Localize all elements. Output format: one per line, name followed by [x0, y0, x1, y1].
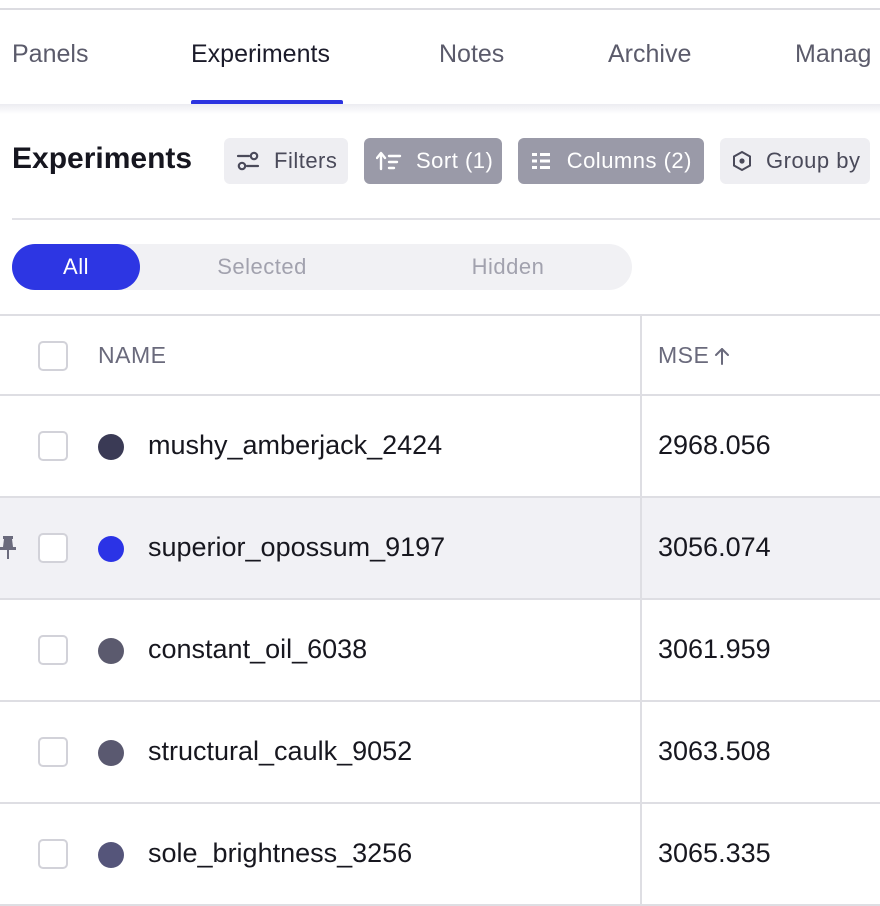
row-checkbox[interactable] — [38, 635, 68, 665]
tab-panels[interactable]: Panels — [12, 40, 88, 69]
sort-icon — [376, 148, 402, 174]
run-color-dot[interactable] — [98, 842, 124, 868]
toolbar-divider — [12, 218, 880, 220]
run-mse-value: 3056.074 — [658, 532, 771, 562]
columns-button[interactable]: Columns (2) — [518, 138, 704, 184]
row-checkbox[interactable] — [38, 839, 68, 869]
experiments-table: NAME MSE mushy_amberjack_2424 2968.056 s… — [0, 314, 880, 906]
tab-notes[interactable]: Notes — [439, 40, 504, 69]
experiments-page: Panels Experiments Notes Archive Manag E… — [0, 0, 880, 906]
run-color-dot[interactable] — [98, 740, 124, 766]
column-divider — [640, 498, 642, 598]
tab-archive[interactable]: Archive — [608, 40, 691, 69]
hexagon-icon — [732, 148, 752, 174]
pin-icon[interactable] — [0, 534, 20, 560]
column-header-mse[interactable]: MSE — [658, 342, 731, 369]
sort-button[interactable]: Sort (1) — [364, 138, 502, 184]
tab-experiments[interactable]: Experiments — [191, 40, 330, 69]
column-divider — [640, 396, 642, 496]
table-row[interactable]: sole_brightness_3256 3065.335 — [0, 802, 880, 906]
table-row[interactable]: structural_caulk_9052 3063.508 — [0, 700, 880, 802]
columns-icon — [530, 148, 553, 174]
row-checkbox[interactable] — [38, 431, 68, 461]
sort-ascending-icon — [713, 346, 731, 366]
run-name[interactable]: superior_opossum_9197 — [148, 532, 445, 563]
group-by-label: Group by — [766, 148, 861, 173]
row-checkbox[interactable] — [38, 737, 68, 767]
filters-button[interactable]: Filters — [224, 138, 348, 184]
column-divider — [640, 804, 642, 904]
columns-label: Columns (2) — [566, 148, 692, 173]
row-checkbox[interactable] — [38, 533, 68, 563]
filters-label: Filters — [274, 148, 338, 173]
tab-bar: Panels Experiments Notes Archive Manag — [0, 10, 880, 106]
page-title: Experiments — [12, 142, 193, 175]
run-color-dot[interactable] — [98, 638, 124, 664]
filter-selected[interactable]: Selected — [167, 244, 357, 290]
run-mse-value: 3061.959 — [658, 634, 771, 664]
sliders-icon — [236, 148, 260, 174]
sort-label: Sort (1) — [416, 148, 494, 173]
tab-manage[interactable]: Manag — [795, 40, 871, 69]
select-all-checkbox[interactable] — [38, 341, 68, 371]
visibility-filter: All Selected Hidden — [12, 244, 632, 290]
run-name[interactable]: structural_caulk_9052 — [148, 736, 412, 767]
run-mse-value: 3063.508 — [658, 736, 771, 766]
group-by-button[interactable]: Group by — [720, 138, 870, 184]
column-header-name[interactable]: NAME — [98, 342, 166, 369]
column-divider — [640, 316, 642, 394]
run-color-dot[interactable] — [98, 434, 124, 460]
run-name[interactable]: mushy_amberjack_2424 — [148, 430, 442, 461]
run-mse-value: 3065.335 — [658, 838, 771, 868]
run-name[interactable]: constant_oil_6038 — [148, 634, 367, 665]
table-row[interactable]: superior_opossum_9197 3056.074 — [0, 496, 880, 598]
column-header-mse-label: MSE — [658, 342, 710, 368]
column-divider — [640, 702, 642, 802]
tab-bar-shadow — [0, 104, 880, 114]
filter-all[interactable]: All — [12, 244, 140, 290]
run-color-dot[interactable] — [98, 536, 124, 562]
table-header-row: NAME MSE — [0, 314, 880, 394]
table-row[interactable]: mushy_amberjack_2424 2968.056 — [0, 394, 880, 496]
filter-hidden[interactable]: Hidden — [412, 244, 604, 290]
run-name[interactable]: sole_brightness_3256 — [148, 838, 412, 869]
table-row[interactable]: constant_oil_6038 3061.959 — [0, 598, 880, 700]
run-mse-value: 2968.056 — [658, 430, 771, 460]
column-divider — [640, 600, 642, 700]
